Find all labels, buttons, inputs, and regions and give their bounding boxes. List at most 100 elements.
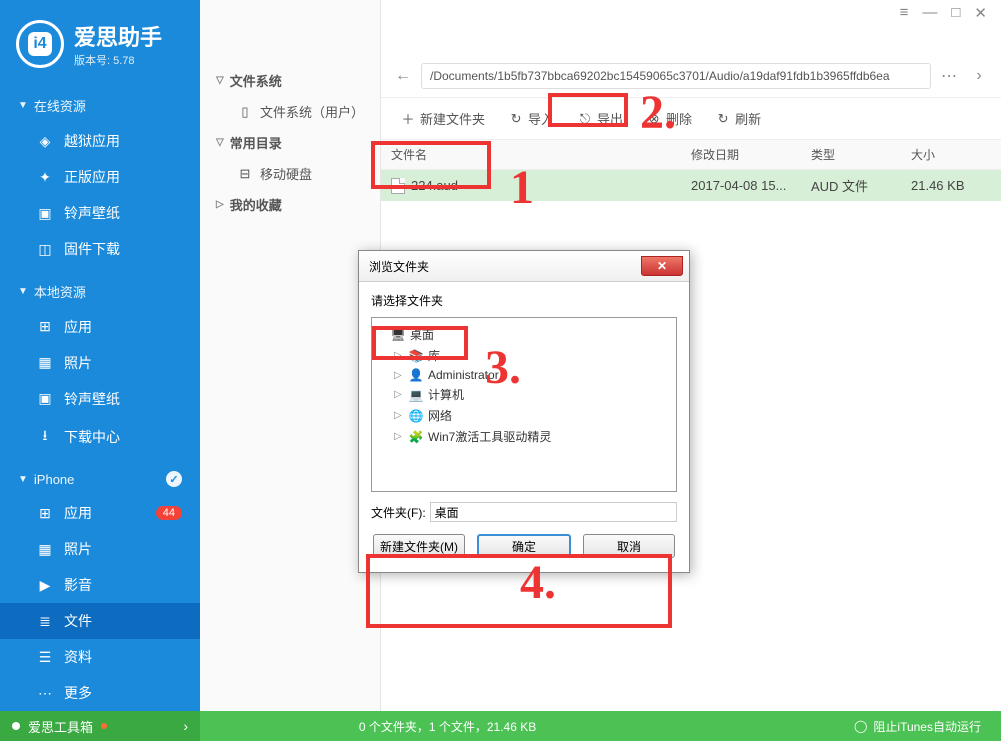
- section-iphone[interactable]: ▼iPhone✓: [0, 463, 200, 495]
- network-icon: 🌐: [408, 409, 424, 423]
- maximize-button[interactable]: □: [951, 4, 960, 20]
- sidebar-item-files[interactable]: ≣文件: [0, 603, 200, 639]
- photo-icon: ▦: [36, 354, 54, 371]
- file-name: 224.aud: [411, 178, 458, 193]
- file-type: AUD 文件: [811, 176, 911, 195]
- sidebar-item-firmware[interactable]: ◫固件下载: [0, 231, 200, 267]
- library-icon: 📚: [408, 349, 424, 363]
- sidebar-item-jailbreak[interactable]: ◈越狱应用: [0, 123, 200, 159]
- file-icon: ≣: [36, 613, 54, 630]
- sidebar-item-media-iphone[interactable]: ▶影音: [0, 567, 200, 603]
- badge-count: 44: [156, 506, 182, 520]
- desktop-icon: 🖥: [390, 328, 406, 342]
- cube-icon: ◈: [36, 133, 54, 150]
- chevron-right-icon: ›: [183, 718, 188, 734]
- app-logo: i4: [16, 20, 64, 68]
- device-icon: ▯: [238, 104, 252, 120]
- dialog-prompt: 请选择文件夹: [371, 292, 677, 309]
- grid-icon: ⊞: [36, 505, 54, 522]
- tree-root-desktop[interactable]: 🖥桌面: [376, 324, 672, 345]
- status-text: 0 个文件夹，1 个文件，21.46 KB: [359, 718, 536, 735]
- forward-button[interactable]: ›: [967, 64, 991, 88]
- photo-icon: ▦: [36, 541, 54, 558]
- dialog-ok-button[interactable]: 确定: [477, 534, 571, 558]
- col-size[interactable]: 大小: [911, 146, 991, 163]
- dialog-new-folder-button[interactable]: 新建文件夹(M): [373, 534, 465, 558]
- sidebar-item-apps-local[interactable]: ⊞应用: [0, 309, 200, 345]
- toolbox-button[interactable]: 爱思工具箱 ›: [0, 711, 200, 741]
- puzzle-icon: ✦: [36, 169, 54, 186]
- path-dropdown-icon[interactable]: ⋯: [937, 64, 961, 88]
- table-row[interactable]: 224.aud 2017-04-08 15... AUD 文件 21.46 KB: [381, 170, 1001, 201]
- refresh-icon: ↻: [716, 112, 730, 126]
- col-name[interactable]: 文件名: [391, 146, 691, 163]
- tree-item-network[interactable]: ▷🌐网络: [376, 405, 672, 426]
- tree-item-admin[interactable]: ▷👤Administrator: [376, 366, 672, 384]
- mid-panel: ▽文件系统 ▯文件系统（用户） ▽常用目录 ⊟移动硬盘 ▷我的收藏: [200, 0, 381, 711]
- sidebar-item-photos-iphone[interactable]: ▦照片: [0, 531, 200, 567]
- sidebar-item-genuine[interactable]: ✦正版应用: [0, 159, 200, 195]
- circle-icon: ◯: [854, 719, 867, 733]
- user-icon: 👤: [408, 368, 424, 382]
- video-icon: ▶: [36, 577, 54, 594]
- browse-folder-dialog: 浏览文件夹 ✕ 请选择文件夹 🖥桌面 ▷📚库 ▷👤Administrator ▷…: [358, 250, 690, 573]
- col-type[interactable]: 类型: [811, 146, 911, 163]
- minimize-button[interactable]: —: [922, 4, 937, 20]
- more-icon: ⋯: [36, 685, 54, 702]
- path-input[interactable]: [421, 63, 931, 89]
- file-date: 2017-04-08 15...: [691, 178, 811, 193]
- sidebar: i4 爱思助手 版本号: 5.78 ▼在线资源 ◈越狱应用 ✦正版应用 ▣铃声壁…: [0, 0, 200, 711]
- folder-input[interactable]: [430, 502, 677, 522]
- mp-item-userfs[interactable]: ▯文件系统（用户）: [200, 96, 380, 127]
- section-local[interactable]: ▼本地资源: [0, 274, 200, 309]
- app-icon: 🧩: [408, 430, 424, 444]
- sidebar-item-download[interactable]: ⭳下载中心: [0, 417, 200, 457]
- footer: 爱思工具箱 › 0 个文件夹，1 个文件，21.46 KB ◯阻止iTunes自…: [0, 711, 1001, 741]
- download-icon: ⭳: [36, 425, 54, 449]
- back-button[interactable]: ←: [391, 64, 415, 88]
- dialog-titlebar: 浏览文件夹 ✕: [359, 251, 689, 282]
- mp-section-fs[interactable]: ▽文件系统: [200, 65, 380, 96]
- delete-button[interactable]: ⊗删除: [637, 104, 702, 133]
- folder-plus-icon: ＋: [401, 112, 415, 126]
- drive-icon: ⊟: [238, 166, 252, 182]
- col-date[interactable]: 修改日期: [691, 146, 811, 163]
- sidebar-item-photos-local[interactable]: ▦照片: [0, 345, 200, 381]
- list-icon: ☰: [36, 649, 54, 666]
- import-icon: ↻: [509, 112, 523, 126]
- mp-section-common[interactable]: ▽常用目录: [200, 127, 380, 158]
- export-button[interactable]: ⎋导出: [568, 104, 633, 133]
- sidebar-item-ringtones[interactable]: ▣铃声壁纸: [0, 195, 200, 231]
- dialog-cancel-button[interactable]: 取消: [583, 534, 675, 558]
- tree-item-win7[interactable]: ▷🧩Win7激活工具驱动精灵: [376, 426, 672, 447]
- refresh-button[interactable]: ↻刷新: [706, 104, 771, 133]
- tree-item-computer[interactable]: ▷💻计算机: [376, 384, 672, 405]
- mp-section-fav[interactable]: ▷我的收藏: [200, 189, 380, 220]
- grid-icon: ⊞: [36, 318, 54, 335]
- table-header: 文件名 修改日期 类型 大小: [381, 140, 1001, 170]
- folder-tree[interactable]: 🖥桌面 ▷📚库 ▷👤Administrator ▷💻计算机 ▷🌐网络 ▷🧩Win…: [371, 317, 677, 492]
- itunes-block-button[interactable]: ◯阻止iTunes自动运行: [854, 718, 981, 735]
- close-button[interactable]: ✕: [974, 4, 987, 20]
- tree-item-library[interactable]: ▷📚库: [376, 345, 672, 366]
- menu-icon[interactable]: ≡: [900, 4, 909, 20]
- media-icon: ▣: [36, 205, 54, 222]
- mp-item-hdd[interactable]: ⊟移动硬盘: [200, 158, 380, 189]
- import-button[interactable]: ↻导入: [499, 104, 564, 133]
- folder-label: 文件夹(F):: [371, 504, 426, 521]
- file-icon: [391, 178, 405, 194]
- check-icon: ✓: [166, 471, 182, 487]
- dialog-close-button[interactable]: ✕: [641, 256, 683, 276]
- section-online[interactable]: ▼在线资源: [0, 88, 200, 123]
- app-version: 版本号: 5.78: [74, 52, 162, 68]
- dialog-title: 浏览文件夹: [369, 258, 429, 275]
- export-icon: ⎋: [578, 112, 592, 126]
- sidebar-item-more[interactable]: ⋯更多: [0, 675, 200, 711]
- sidebar-item-apps-iphone[interactable]: ⊞应用44: [0, 495, 200, 531]
- notify-dot-icon: [101, 723, 107, 729]
- sidebar-item-ringtones-local[interactable]: ▣铃声壁纸: [0, 381, 200, 417]
- media-icon: ▣: [36, 390, 54, 407]
- new-folder-button[interactable]: ＋新建文件夹: [391, 104, 495, 133]
- delete-icon: ⊗: [647, 112, 661, 126]
- sidebar-item-data[interactable]: ☰资料: [0, 639, 200, 675]
